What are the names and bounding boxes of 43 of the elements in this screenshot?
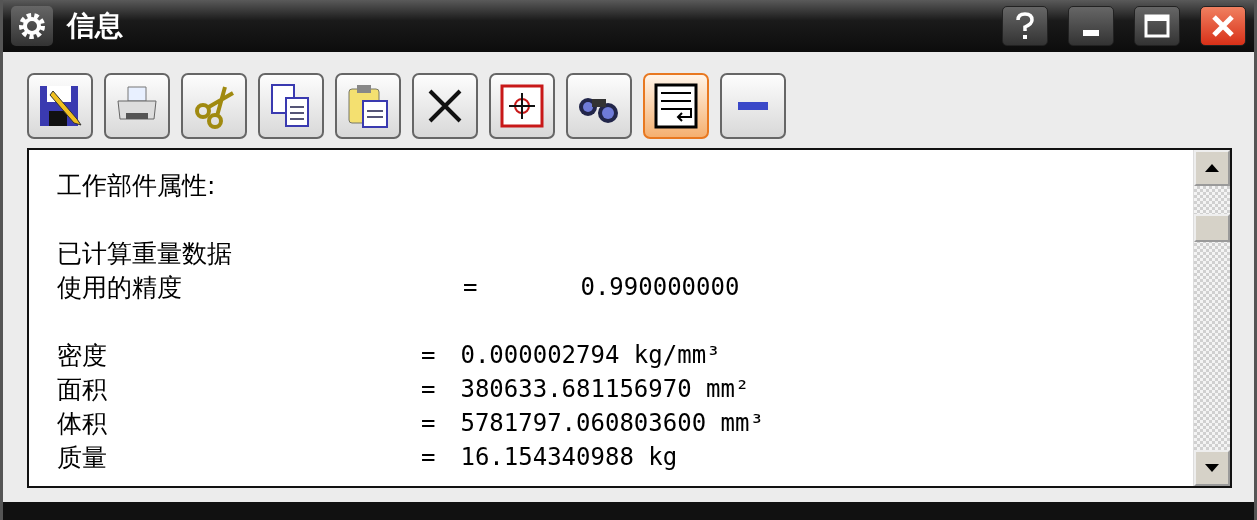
property-value: 380633.681156970 mm² [460,375,750,403]
equals-sign: = [421,375,436,403]
minus-icon [738,102,768,110]
property-value: 0.990000000 [580,273,740,301]
maximize-button[interactable] [1134,6,1180,46]
equals-sign: = [463,273,478,301]
minimize-button[interactable] [1068,6,1114,46]
minimize-icon [1083,30,1099,36]
toolbar-button[interactable] [412,73,478,139]
toolbar-button[interactable] [258,73,324,139]
property-value: 16.154340988 kg [460,443,678,471]
toolbar-button[interactable] [720,73,786,139]
toolbar-button[interactable] [566,73,632,139]
vertical-scrollbar[interactable] [1193,150,1230,486]
help-icon [1013,11,1037,41]
scroll-thumb[interactable] [1194,214,1230,242]
close-button[interactable] [1200,6,1246,46]
toolbar-button[interactable] [27,73,93,139]
toolbar-button[interactable] [335,73,401,139]
property-value: 0.000002794 kg/mm³ [460,341,721,369]
maximize-icon [1144,14,1170,38]
gear-icon [11,6,53,46]
down-arrow-icon [1205,464,1219,472]
close-icon [1210,13,1236,39]
equals-sign: = [421,409,436,437]
scroll-down-button[interactable] [1194,450,1230,486]
window-title: 信息 [67,8,124,44]
equals-sign: = [421,341,436,369]
property-value: 5781797.060803600 mm³ [460,409,764,437]
toolbar-button[interactable] [104,73,170,139]
toolbar-button[interactable] [489,73,555,139]
scroll-up-button[interactable] [1194,150,1230,186]
info-text: 工作部件属性: [57,169,216,202]
property-label: 面积 [57,373,108,406]
equals-sign: = [421,443,436,471]
toolbar-button[interactable] [643,73,709,139]
property-label: 密度 [57,339,108,372]
property-label: 质量 [57,441,108,474]
info-text: 已计算重量数据 [57,237,232,270]
up-arrow-icon [1205,164,1219,172]
property-label: 体积 [57,407,108,440]
property-label: 使用的精度 [57,271,183,304]
help-button[interactable] [1002,6,1048,46]
